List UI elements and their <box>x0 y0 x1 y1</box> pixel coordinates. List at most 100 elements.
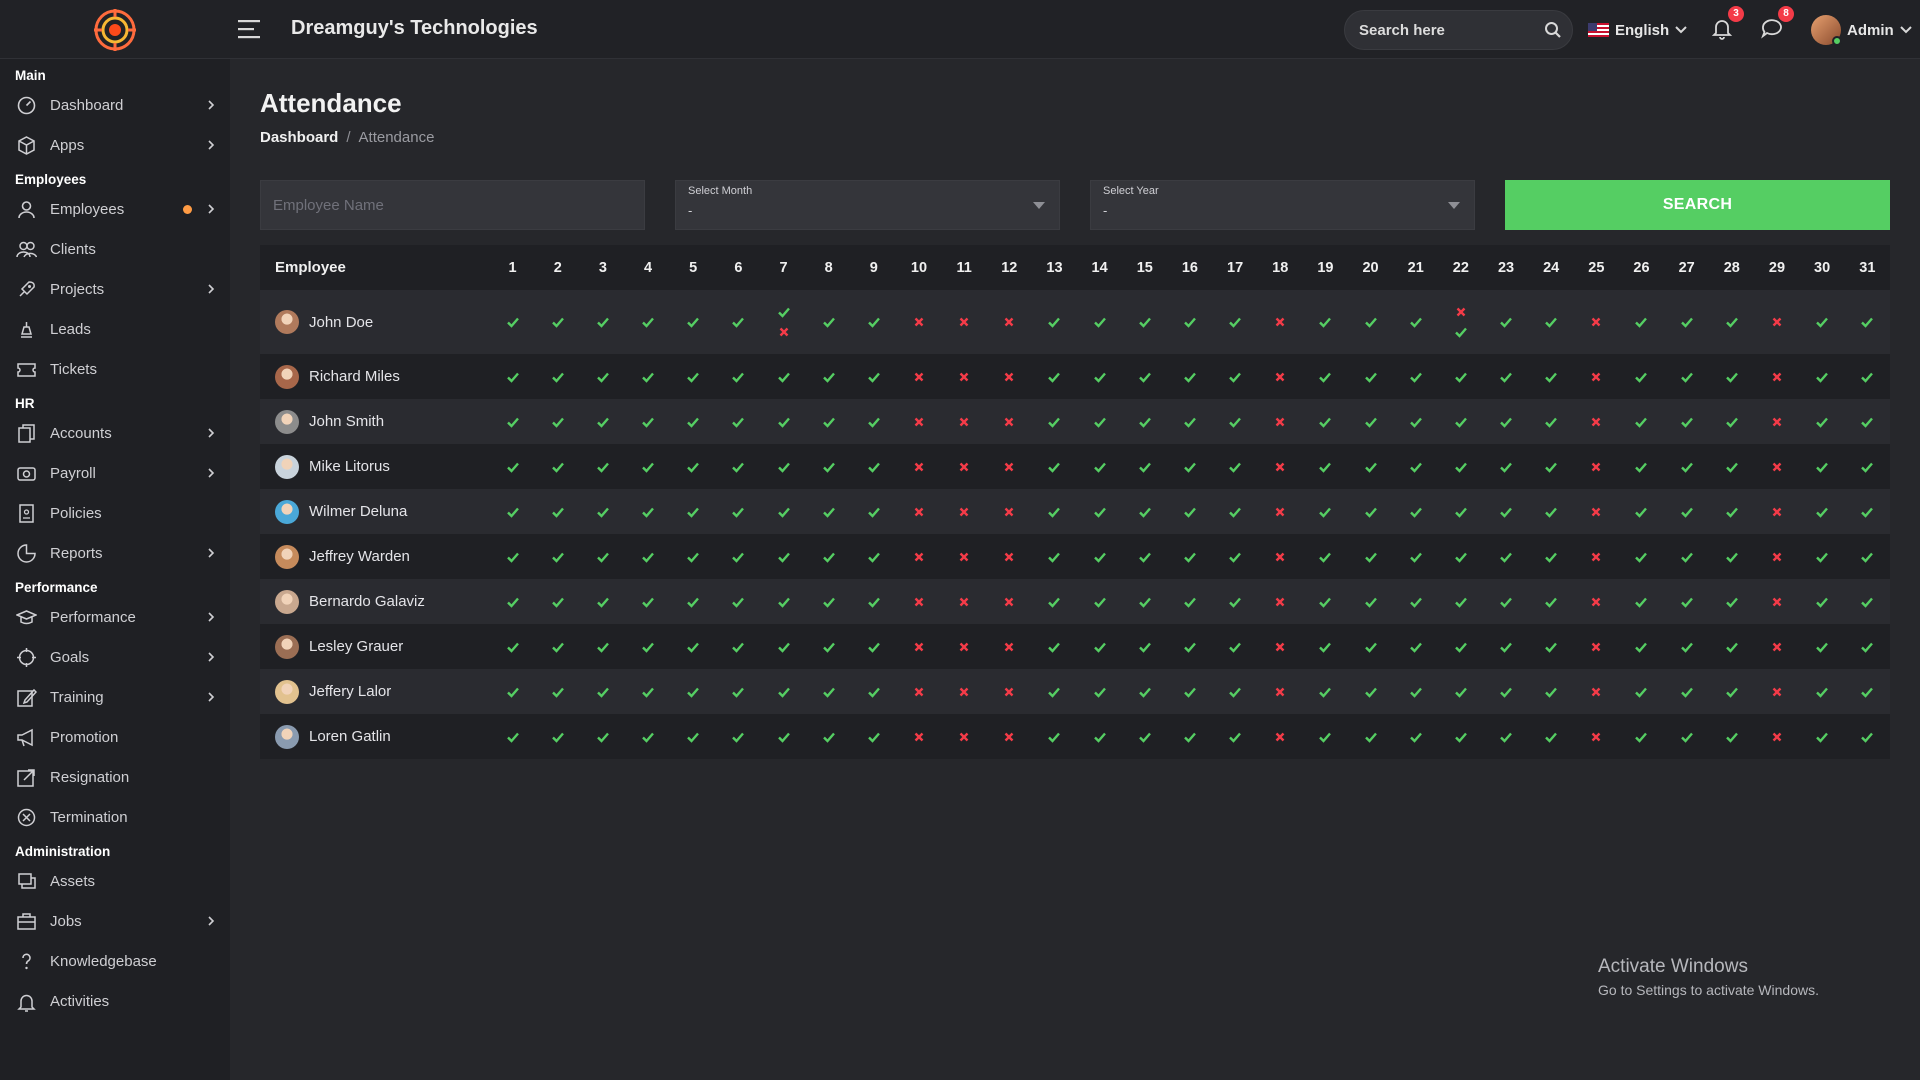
attendance-cell[interactable] <box>1483 444 1529 489</box>
attendance-cell[interactable] <box>1754 354 1800 399</box>
attendance-cell[interactable] <box>1302 489 1348 534</box>
attendance-cell[interactable] <box>625 669 671 714</box>
attendance-cell[interactable] <box>1302 534 1348 579</box>
attendance-cell[interactable] <box>670 399 716 444</box>
attendance-cell[interactable] <box>1664 714 1710 759</box>
attendance-cell[interactable] <box>851 579 897 624</box>
attendance-cell[interactable] <box>896 534 942 579</box>
attendance-cell[interactable] <box>1257 489 1303 534</box>
attendance-cell[interactable] <box>670 354 716 399</box>
sidebar-item-accounts[interactable]: Accounts <box>0 414 230 452</box>
attendance-cell[interactable] <box>535 489 581 534</box>
employee-link[interactable]: Wilmer Deluna <box>275 499 490 524</box>
attendance-cell[interactable] <box>1618 444 1665 489</box>
sidebar-item-policies[interactable]: Policies <box>0 494 230 532</box>
attendance-cell[interactable] <box>806 489 852 534</box>
sidebar-item-promotion[interactable]: Promotion <box>0 718 230 756</box>
month-select[interactable]: Select Month - <box>675 180 1060 230</box>
attendance-cell[interactable] <box>1618 534 1665 579</box>
attendance-cell[interactable] <box>1709 669 1755 714</box>
sidebar-item-projects[interactable]: Projects <box>0 270 230 308</box>
attendance-cell[interactable] <box>896 290 942 354</box>
attendance-cell[interactable] <box>1167 669 1213 714</box>
search-icon[interactable] <box>1544 21 1562 39</box>
attendance-cell[interactable] <box>1483 624 1529 669</box>
attendance-cell[interactable] <box>670 714 716 759</box>
attendance-cell[interactable] <box>1754 290 1800 354</box>
attendance-cell[interactable] <box>580 534 626 579</box>
attendance-cell[interactable] <box>1664 399 1710 444</box>
attendance-cell[interactable] <box>1799 399 1845 444</box>
attendance-cell[interactable] <box>1212 489 1258 534</box>
attendance-cell[interactable] <box>1754 489 1800 534</box>
attendance-cell[interactable] <box>1799 624 1845 669</box>
attendance-cell[interactable] <box>490 534 536 579</box>
sidebar-item-dashboard[interactable]: Dashboard <box>0 86 230 124</box>
attendance-cell[interactable] <box>490 399 536 444</box>
attendance-cell[interactable] <box>896 669 942 714</box>
attendance-cell[interactable] <box>1347 714 1394 759</box>
attendance-cell[interactable] <box>1122 354 1168 399</box>
attendance-cell[interactable] <box>535 714 581 759</box>
attendance-cell[interactable] <box>806 290 852 354</box>
sidebar-item-reports[interactable]: Reports <box>0 534 230 572</box>
employee-link[interactable]: Jeffery Lalor <box>275 679 490 704</box>
attendance-cell[interactable] <box>1393 579 1439 624</box>
sidebar-item-apps[interactable]: Apps <box>0 126 230 164</box>
attendance-cell[interactable] <box>535 290 581 354</box>
attendance-cell[interactable] <box>1754 669 1800 714</box>
language-dropdown[interactable]: English <box>1588 19 1687 41</box>
attendance-cell[interactable] <box>1393 399 1439 444</box>
attendance-cell[interactable] <box>1709 624 1755 669</box>
attendance-cell[interactable] <box>1754 624 1800 669</box>
attendance-cell[interactable] <box>1754 444 1800 489</box>
attendance-cell[interactable] <box>1212 534 1258 579</box>
attendance-cell[interactable] <box>941 534 987 579</box>
attendance-cell[interactable] <box>986 354 1032 399</box>
attendance-cell[interactable] <box>625 579 671 624</box>
attendance-cell[interactable] <box>490 489 536 534</box>
attendance-cell[interactable] <box>1031 489 1078 534</box>
attendance-cell[interactable] <box>1618 290 1665 354</box>
employee-link[interactable]: Richard Miles <box>275 364 490 389</box>
attendance-cell[interactable] <box>1844 489 1890 534</box>
attendance-cell[interactable] <box>1167 714 1213 759</box>
attendance-cell[interactable] <box>1573 399 1619 444</box>
notifications-button[interactable]: 3 <box>1710 6 1744 42</box>
attendance-cell[interactable] <box>1347 579 1394 624</box>
attendance-cell[interactable] <box>896 714 942 759</box>
attendance-cell[interactable] <box>715 489 761 534</box>
attendance-cell[interactable] <box>986 399 1032 444</box>
attendance-cell[interactable] <box>1528 290 1574 354</box>
attendance-cell[interactable] <box>986 579 1032 624</box>
attendance-cell[interactable] <box>986 624 1032 669</box>
attendance-cell[interactable] <box>1347 354 1394 399</box>
attendance-cell[interactable] <box>986 714 1032 759</box>
attendance-cell[interactable] <box>1573 534 1619 579</box>
attendance-cell[interactable] <box>1664 290 1710 354</box>
attendance-cell[interactable] <box>851 624 897 669</box>
attendance-cell[interactable] <box>535 579 581 624</box>
attendance-cell[interactable] <box>1393 624 1439 669</box>
attendance-cell[interactable] <box>1799 534 1845 579</box>
attendance-cell[interactable] <box>1167 290 1213 354</box>
attendance-cell[interactable] <box>1302 624 1348 669</box>
attendance-cell[interactable] <box>1618 489 1665 534</box>
attendance-cell[interactable] <box>1031 354 1078 399</box>
attendance-cell[interactable] <box>1077 579 1123 624</box>
attendance-cell[interactable] <box>1122 579 1168 624</box>
attendance-cell[interactable] <box>1844 714 1890 759</box>
attendance-cell[interactable] <box>1122 714 1168 759</box>
attendance-cell[interactable] <box>1528 669 1574 714</box>
attendance-cell[interactable] <box>1709 534 1755 579</box>
attendance-cell[interactable] <box>1573 624 1619 669</box>
attendance-cell[interactable] <box>986 669 1032 714</box>
attendance-cell[interactable] <box>1844 399 1890 444</box>
attendance-cell[interactable] <box>1438 399 1484 444</box>
attendance-cell[interactable] <box>1031 534 1078 579</box>
attendance-cell[interactable] <box>1799 354 1845 399</box>
attendance-cell[interactable] <box>1257 290 1303 354</box>
attendance-cell[interactable] <box>941 399 987 444</box>
attendance-cell[interactable] <box>1302 669 1348 714</box>
attendance-cell[interactable] <box>1573 489 1619 534</box>
